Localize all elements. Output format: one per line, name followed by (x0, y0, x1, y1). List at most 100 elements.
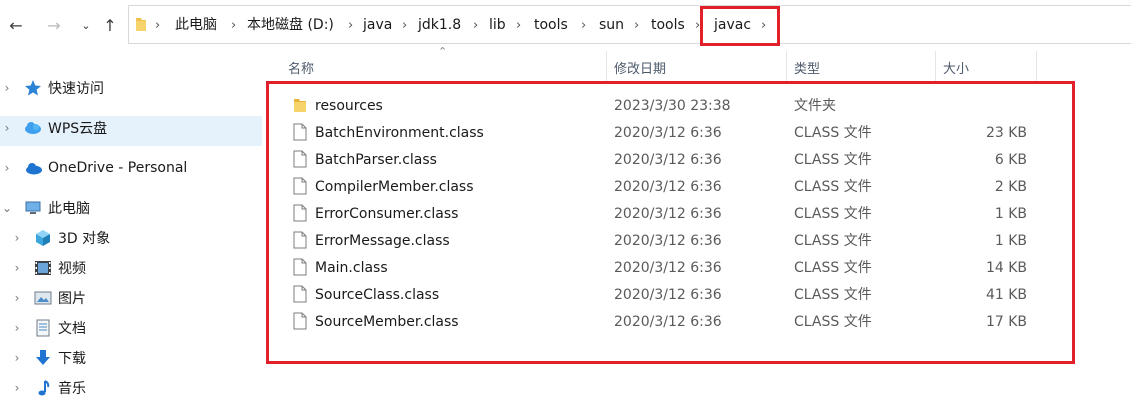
arrow-right-icon: → (47, 15, 61, 35)
file-size: 14 KB (985, 260, 1027, 276)
list-item[interactable]: Main.class 2020/3/12 6:36 CLASS 文件 14 KB (283, 255, 1053, 282)
file-name: SourceMember.class (315, 314, 459, 330)
sidebar-item-videos[interactable]: › 视频 (0, 254, 262, 282)
sidebar-item-label: 下载 (58, 351, 86, 367)
column-divider[interactable] (1036, 51, 1037, 81)
sidebar-item-this-pc[interactable]: ⌄ 此电脑 (0, 194, 262, 222)
cube-icon (36, 230, 50, 246)
file-name: resources (315, 98, 383, 114)
sidebar-item-pictures[interactable]: › 图片 (0, 284, 262, 312)
breadcrumb-separator-icon: › (402, 18, 408, 33)
sidebar-item-label: 此电脑 (48, 201, 90, 217)
file-icon (293, 150, 307, 168)
address-bar[interactable]: › 此电脑 › 本地磁盘 (D:) › java › jdk1.8 › lib … (128, 5, 1131, 44)
breadcrumb-item-jdk[interactable]: jdk1.8 (418, 17, 461, 34)
music-icon (38, 380, 50, 396)
sort-ascending-icon: ⌃ (438, 45, 448, 58)
chevron-right-icon[interactable]: › (12, 261, 22, 275)
recent-locations-button[interactable]: ⌄ (76, 13, 96, 37)
file-type: CLASS 文件 (794, 152, 872, 168)
list-item[interactable]: SourceMember.class 2020/3/12 6:36 CLASS 文件… (283, 309, 1053, 336)
sidebar-item-onedrive[interactable]: › OneDrive - Personal (0, 154, 262, 182)
sidebar-item-label: 快速访问 (48, 81, 104, 97)
file-type: CLASS 文件 (794, 314, 872, 330)
computer-icon (25, 201, 41, 214)
file-size: 6 KB (994, 152, 1027, 168)
chevron-right-icon[interactable]: › (12, 381, 22, 395)
list-item[interactable]: ErrorConsumer.class 2020/3/12 6:36 CLASS 文… (283, 201, 1053, 228)
up-button[interactable]: ↑ (100, 13, 120, 37)
file-name: BatchParser.class (315, 152, 437, 168)
breadcrumb-item-this-pc[interactable]: 此电脑 (175, 17, 217, 34)
chevron-right-icon[interactable]: › (12, 351, 22, 365)
breadcrumb-separator-icon: › (581, 18, 587, 33)
column-divider[interactable] (606, 51, 607, 81)
list-item[interactable]: SourceClass.class 2020/3/12 6:36 CLASS 文件 4… (283, 282, 1053, 309)
forward-button[interactable]: → (44, 13, 64, 37)
chevron-right-icon[interactable]: › (12, 231, 22, 245)
chevron-right-icon[interactable]: › (12, 321, 22, 335)
chevron-down-icon[interactable]: ⌄ (2, 201, 12, 215)
column-divider[interactable] (786, 51, 787, 81)
chevron-right-icon[interactable]: › (2, 121, 12, 135)
column-header-size[interactable]: 大小 (943, 58, 969, 77)
sidebar-item-wps-cloud[interactable]: › WPS云盘 (0, 114, 262, 142)
file-icon (293, 285, 307, 303)
sidebar-item-downloads[interactable]: › 下载 (0, 344, 262, 372)
breadcrumb-separator-icon: › (761, 18, 767, 33)
breadcrumb-item-local-disk[interactable]: 本地磁盘 (D:) (247, 17, 334, 34)
sidebar-item-documents[interactable]: › 文档 (0, 314, 262, 342)
file-modified-date: 2023/3/30 23:38 (614, 98, 731, 114)
list-item[interactable]: resources 2023/3/30 23:38 文件夹 (283, 93, 1053, 120)
navigation-pane: › 快速访问 › WPS云盘 › OneDrive - Personal ⌄ 此… (0, 44, 262, 409)
file-name: CompilerMember.class (315, 179, 474, 195)
file-modified-date: 2020/3/12 6:36 (614, 314, 722, 330)
chevron-down-icon: ⌄ (81, 18, 91, 32)
file-modified-date: 2020/3/12 6:36 (614, 287, 722, 303)
folder-icon (294, 99, 306, 112)
breadcrumb-item-lib[interactable]: lib (489, 17, 506, 34)
breadcrumb-separator-icon: › (155, 18, 161, 33)
sidebar-item-music[interactable]: › 音乐 (0, 374, 262, 402)
column-header-name[interactable]: 名称 (288, 58, 314, 77)
file-icon (293, 312, 307, 330)
breadcrumb-item-java[interactable]: java (363, 17, 392, 34)
list-item[interactable]: ErrorMessage.class 2020/3/12 6:36 CLASS 文件… (283, 228, 1053, 255)
column-divider[interactable] (935, 51, 936, 81)
file-name: ErrorMessage.class (315, 233, 450, 249)
file-size: 23 KB (985, 125, 1027, 141)
breadcrumb-separator-icon: › (473, 18, 479, 33)
file-modified-date: 2020/3/12 6:36 (614, 260, 722, 276)
chevron-right-icon[interactable]: › (2, 161, 12, 175)
breadcrumb-separator-icon: › (231, 18, 237, 33)
breadcrumb-item-sun[interactable]: sun (599, 17, 624, 34)
file-size: 17 KB (985, 314, 1027, 330)
file-name: Main.class (315, 260, 388, 276)
file-name: SourceClass.class (315, 287, 440, 303)
file-type: 文件夹 (794, 98, 836, 114)
list-item[interactable]: BatchParser.class 2020/3/12 6:36 CLASS 文件 6… (283, 147, 1053, 174)
breadcrumb-item-javac[interactable]: javac (714, 17, 751, 34)
file-modified-date: 2020/3/12 6:36 (614, 206, 722, 222)
file-icon (293, 258, 307, 276)
breadcrumb-item-tools[interactable]: tools (534, 17, 568, 34)
breadcrumb-separator-icon: › (695, 18, 701, 33)
chevron-right-icon[interactable]: › (2, 81, 12, 95)
document-icon (36, 319, 50, 337)
back-button[interactable]: ← (6, 13, 26, 37)
chevron-right-icon[interactable]: › (12, 291, 22, 305)
folder-icon (136, 18, 146, 31)
list-item[interactable]: BatchEnvironment.class 2020/3/12 6:36 CLAS… (283, 120, 1053, 147)
list-item[interactable]: CompilerMember.class 2020/3/12 6:36 CLASS … (283, 174, 1053, 201)
arrow-up-icon: ↑ (103, 15, 117, 35)
sidebar-item-3d-objects[interactable]: › 3D 对象 (0, 224, 262, 252)
column-header-date[interactable]: 修改日期 (614, 58, 666, 77)
column-header-type[interactable]: 类型 (794, 58, 820, 77)
file-type: CLASS 文件 (794, 260, 872, 276)
sidebar-item-label: 音乐 (58, 381, 86, 397)
file-icon (293, 123, 307, 141)
file-modified-date: 2020/3/12 6:36 (614, 179, 722, 195)
breadcrumb-item-tools-2[interactable]: tools (651, 17, 685, 34)
sidebar-item-quick-access[interactable]: › 快速访问 (0, 74, 262, 102)
file-size: 1 KB (994, 233, 1027, 249)
